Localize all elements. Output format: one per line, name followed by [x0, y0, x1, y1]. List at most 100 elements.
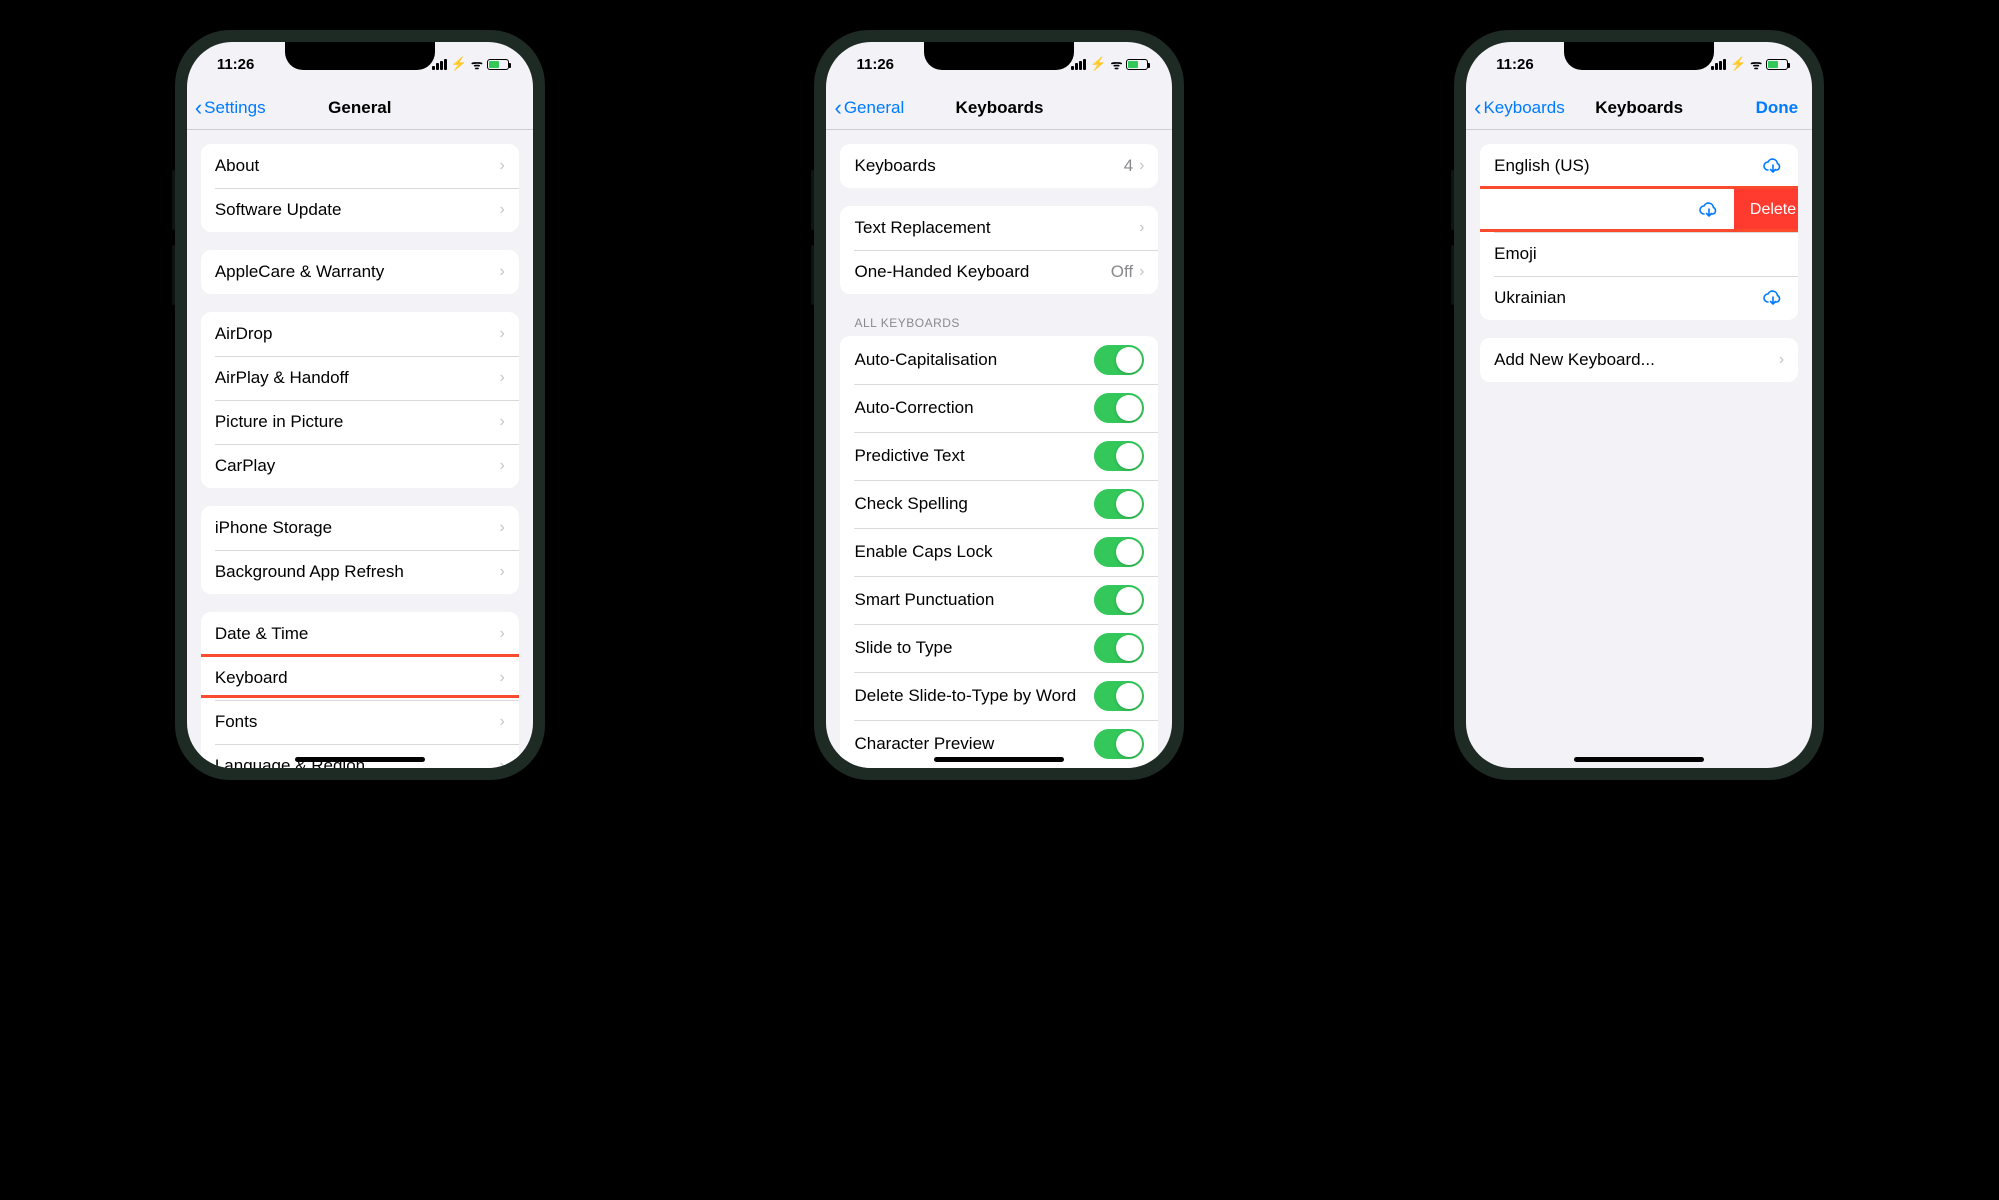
battery-icon [1766, 59, 1788, 70]
chevron-right-icon: › [500, 713, 505, 731]
row-storage[interactable]: iPhone Storage› [201, 506, 519, 550]
row-airdrop[interactable]: AirDrop› [201, 312, 519, 356]
chevron-right-icon: › [1779, 351, 1784, 369]
settings-content[interactable]: About› Software Update› AppleCare & Warr… [187, 130, 533, 768]
back-label: Keyboards [1483, 98, 1564, 118]
nav-bar: ‹ Keyboards Keyboards Done [1466, 86, 1812, 130]
wifi-icon-2: ᯤ [1111, 55, 1123, 73]
cellular-icon [432, 59, 447, 70]
home-indicator[interactable] [934, 757, 1064, 762]
toggle-smartpunct[interactable]: Smart Punctuation [840, 576, 1158, 624]
chevron-right-icon: › [500, 413, 505, 431]
chevron-right-icon: › [500, 669, 505, 687]
cloud-download-icon[interactable] [1762, 289, 1784, 307]
chevron-right-icon: › [500, 625, 505, 643]
status-time: 11:26 [1496, 56, 1534, 73]
chevron-right-icon: › [500, 263, 505, 281]
cloud-download-icon[interactable] [1698, 201, 1720, 219]
back-label: General [844, 98, 904, 118]
toggle-deleteword[interactable]: Delete Slide-to-Type by Word [840, 672, 1158, 720]
toggle-spelling[interactable]: Check Spelling [840, 480, 1158, 528]
home-indicator[interactable] [295, 757, 425, 762]
toggle-predictive[interactable]: Predictive Text [840, 432, 1158, 480]
chevron-left-icon: ‹ [1474, 97, 1481, 119]
delete-button[interactable]: Delete [1734, 188, 1798, 232]
row-keyboard[interactable]: Keyboard› [201, 656, 519, 700]
nav-title: General [328, 98, 391, 118]
row-carplay[interactable]: CarPlay› [201, 444, 519, 488]
cellular-icon [1711, 59, 1726, 70]
chevron-right-icon: › [1139, 219, 1144, 237]
kb-ukrainian[interactable]: Ukrainian [1480, 276, 1798, 320]
switch-on[interactable] [1094, 489, 1144, 519]
back-button[interactable]: ‹ Settings [195, 97, 266, 119]
chevron-right-icon: › [500, 757, 505, 768]
phone-general: 11:26 ⚡ ᯤ ‹ Settings General About› Soft… [175, 30, 545, 780]
phone-keyboards: 11:26 ⚡ ᯤ ‹ General Keyboards Keyboards … [814, 30, 1184, 780]
back-label: Settings [204, 98, 265, 118]
switch-on[interactable] [1094, 633, 1144, 663]
wifi-icon-2: ᯤ [1750, 55, 1762, 73]
row-fonts[interactable]: Fonts› [201, 700, 519, 744]
row-text-replacement[interactable]: Text Replacement› [840, 206, 1158, 250]
cloud-download-icon[interactable] [1762, 157, 1784, 175]
switch-on[interactable] [1094, 585, 1144, 615]
switch-on[interactable] [1094, 681, 1144, 711]
switch-on[interactable] [1094, 345, 1144, 375]
wifi-icon: ⚡ [1730, 56, 1746, 72]
switch-on[interactable] [1094, 729, 1144, 759]
kb-swiped[interactable]: Delete [1480, 188, 1798, 232]
chevron-right-icon: › [500, 201, 505, 219]
chevron-right-icon: › [500, 157, 505, 175]
battery-icon [487, 59, 509, 70]
row-about[interactable]: About› [201, 144, 519, 188]
toggle-slidetype[interactable]: Slide to Type [840, 624, 1158, 672]
toggle-capslock[interactable]: Enable Caps Lock [840, 528, 1158, 576]
kb-english[interactable]: English (US) [1480, 144, 1798, 188]
back-button[interactable]: ‹ General [834, 97, 904, 119]
kb-emoji[interactable]: Emoji [1480, 232, 1798, 276]
battery-icon [1126, 59, 1148, 70]
switch-on[interactable] [1094, 441, 1144, 471]
row-airplay[interactable]: AirPlay & Handoff› [201, 356, 519, 400]
row-onehanded[interactable]: One-Handed KeyboardOff› [840, 250, 1158, 294]
done-button[interactable]: Done [1756, 98, 1799, 118]
nav-title: Keyboards [956, 98, 1044, 118]
nav-title: Keyboards [1595, 98, 1683, 118]
row-datetime[interactable]: Date & Time› [201, 612, 519, 656]
toggle-auto-cap[interactable]: Auto-Capitalisation [840, 336, 1158, 384]
wifi-icon: ⚡ [451, 56, 467, 72]
notch [924, 42, 1074, 70]
row-add-keyboard[interactable]: Add New Keyboard... › [1480, 338, 1798, 382]
chevron-right-icon: › [500, 369, 505, 387]
nav-bar: ‹ Settings General [187, 86, 533, 130]
chevron-right-icon: › [500, 457, 505, 475]
notch [1564, 42, 1714, 70]
row-bgrefresh[interactable]: Background App Refresh› [201, 550, 519, 594]
keyboards-list-content[interactable]: English (US) Delete Emoji Ukrainian [1466, 130, 1812, 768]
row-language[interactable]: Language & Region› [201, 744, 519, 768]
chevron-right-icon: › [500, 519, 505, 537]
chevron-left-icon: ‹ [195, 97, 202, 119]
row-keyboards-count[interactable]: Keyboards 4 › [840, 144, 1158, 188]
wifi-icon: ⚡ [1090, 56, 1106, 72]
row-applecare[interactable]: AppleCare & Warranty› [201, 250, 519, 294]
toggle-auto-correct[interactable]: Auto-Correction [840, 384, 1158, 432]
status-time: 11:26 [217, 56, 255, 73]
phone-keyboards-list: 11:26 ⚡ ᯤ ‹ Keyboards Keyboards Done Eng… [1454, 30, 1824, 780]
keyboards-content[interactable]: Keyboards 4 › Text Replacement› One-Hand… [826, 130, 1172, 768]
back-button[interactable]: ‹ Keyboards [1474, 97, 1565, 119]
chevron-right-icon: › [500, 325, 505, 343]
row-pip[interactable]: Picture in Picture› [201, 400, 519, 444]
chevron-right-icon: › [1139, 157, 1144, 175]
chevron-left-icon: ‹ [834, 97, 841, 119]
nav-bar: ‹ General Keyboards [826, 86, 1172, 130]
row-software-update[interactable]: Software Update› [201, 188, 519, 232]
chevron-right-icon: › [1139, 263, 1144, 281]
switch-on[interactable] [1094, 537, 1144, 567]
wifi-icon-2: ᯤ [471, 55, 483, 73]
section-all-keyboards: ALL KEYBOARDS [854, 316, 1144, 330]
home-indicator[interactable] [1574, 757, 1704, 762]
switch-on[interactable] [1094, 393, 1144, 423]
keyboards-count: 4 [1124, 156, 1133, 176]
